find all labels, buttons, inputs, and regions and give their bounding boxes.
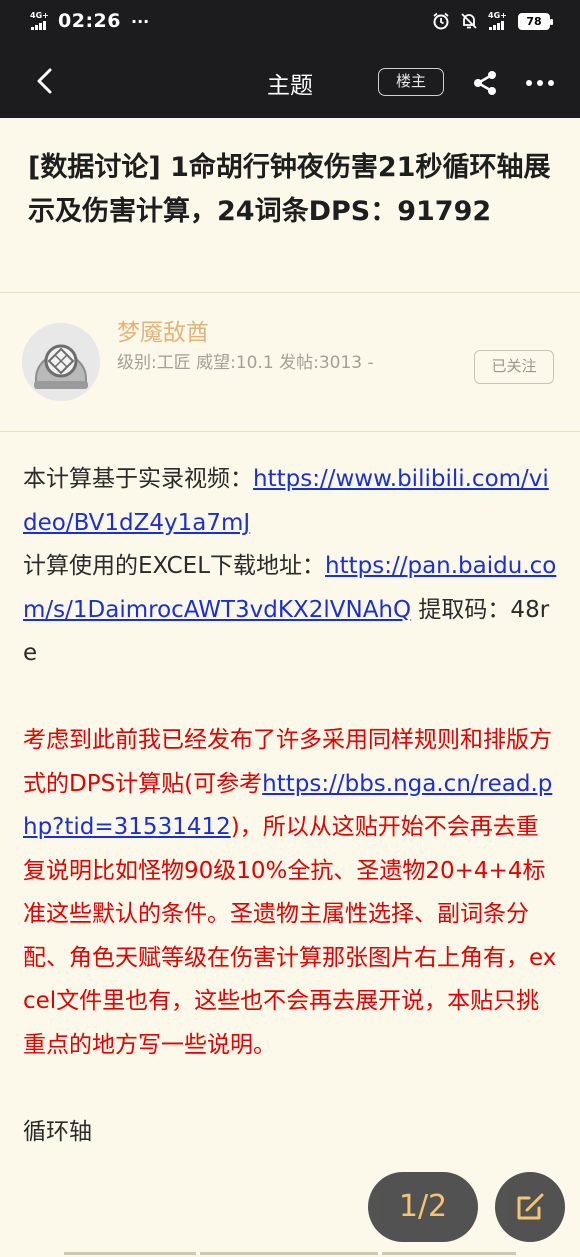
excel-download-line: 计算使用的EXCEL下载地址：https://pan.baidu.com/s/1…: [23, 545, 558, 676]
text: )，所以从这贴开始不会再去重复说明比如怪物90级10%全抗、圣遗物20+4+4标…: [23, 814, 557, 1058]
author-card: 梦魇敌酋 级别:工匠 威望:10.1 发帖:3013 - 已关注: [0, 293, 580, 431]
divider: [0, 431, 580, 432]
post-title: [数据讨论] 1命胡行钟夜伤害21秒循环轴展示及伤害计算，24词条DPS：917…: [28, 152, 551, 227]
reply-button[interactable]: [495, 1172, 565, 1242]
more-options-icon[interactable]: [524, 68, 556, 98]
avatar[interactable]: [22, 323, 100, 401]
mute-bell-icon: [461, 13, 477, 29]
clock: 02:26: [58, 10, 121, 32]
follow-button[interactable]: 已关注: [474, 350, 554, 384]
status-bar: 4G+ 02:26 ··· 4G+ 78: [0, 0, 580, 46]
edit-icon: [517, 1193, 544, 1220]
only-op-button[interactable]: 楼主: [378, 68, 444, 96]
alarm-icon: [433, 12, 449, 30]
share-icon[interactable]: [470, 68, 500, 98]
home-indicator: [64, 1252, 196, 1255]
author-meta: 级别:工匠 威望:10.1 发帖:3013 -: [117, 353, 374, 373]
network-type-label: 4G+: [30, 11, 49, 20]
video-source-line: 本计算基于实录视频：https://www.bilibili.com/video…: [23, 458, 558, 545]
page-indicator-button[interactable]: 1/2: [368, 1172, 478, 1242]
home-indicator: [200, 1252, 378, 1255]
notice-paragraph: 考虑到此前我已经发布了许多采用同样规则和排版方式的DPS计算贴(可参考https…: [23, 719, 558, 1067]
author-name[interactable]: 梦魇敌酋: [117, 313, 209, 347]
text: 计算使用的EXCEL下载地址：: [23, 553, 326, 579]
home-indicator: [382, 1252, 516, 1255]
signal-icon: 4G+: [30, 11, 50, 31]
text: 本计算基于实录视频：: [23, 466, 253, 492]
nav-bar: 主题 楼主: [0, 46, 580, 118]
post-body: 本计算基于实录视频：https://www.bilibili.com/video…: [23, 458, 558, 1154]
diving-helmet-icon: [22, 323, 100, 401]
section-heading: 循环轴: [23, 1118, 92, 1145]
notification-dots: ···: [130, 11, 150, 31]
cellular-icon: 4G+: [488, 11, 508, 31]
battery-icon: 78: [518, 12, 553, 30]
network-type-label-right: 4G+: [488, 11, 507, 20]
